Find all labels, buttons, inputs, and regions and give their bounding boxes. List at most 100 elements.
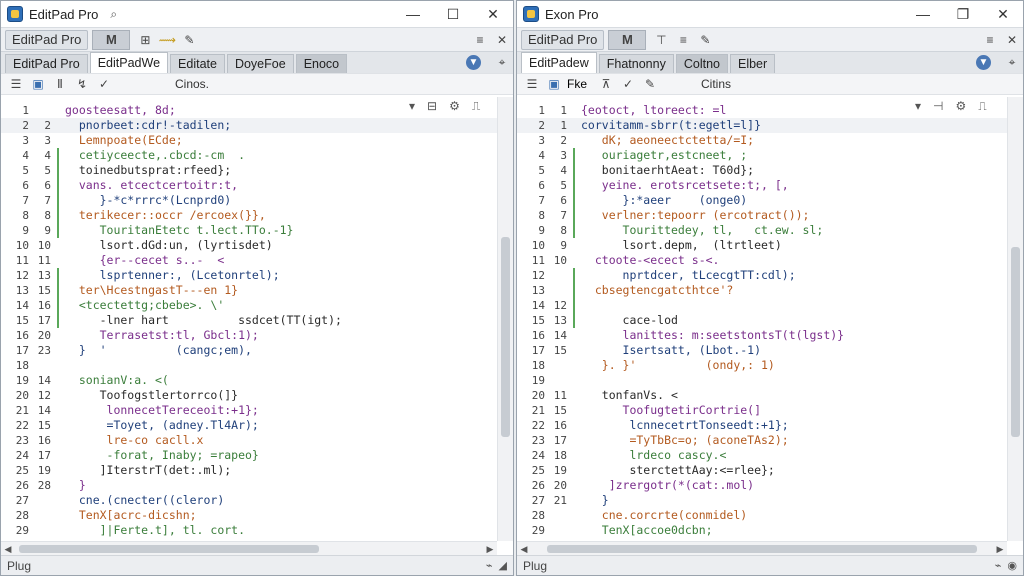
code-line[interactable]: 20 12 Toofogstlertorrco(]} bbox=[1, 388, 497, 403]
save-icon[interactable]: ▣ bbox=[543, 74, 565, 94]
tab-2[interactable]: EditPadWe bbox=[89, 52, 169, 73]
code-editor[interactable]: 1 goosteesatt, 8d; 2 2 pnorbeet:cdr!-tadile… bbox=[1, 97, 497, 541]
code-line[interactable]: 26 28 } bbox=[1, 478, 497, 493]
code-line[interactable]: 20 11 tonfanVs. < bbox=[517, 388, 1007, 403]
sort-icon[interactable]: ⟿ bbox=[156, 30, 178, 50]
tab-pin-icon[interactable]: ⌖ bbox=[1001, 52, 1023, 72]
page-icon[interactable]: ⎍ bbox=[978, 99, 986, 114]
close-button[interactable]: ✕ bbox=[473, 1, 513, 27]
code-line[interactable]: 25 19 sterctettAay:<=rlee}; bbox=[517, 463, 1007, 478]
code-line[interactable]: 24 18 lrdeco cascy.< bbox=[517, 448, 1007, 463]
menu-icon[interactable]: ≡ bbox=[979, 30, 1001, 50]
horizontal-scrollbar[interactable]: ◀ ▶ bbox=[517, 541, 1007, 555]
code-line[interactable]: 19 14 sonianV:a. <( bbox=[1, 373, 497, 388]
code-line[interactable]: 21 14 lonnecetTereceoit:+1}; bbox=[1, 403, 497, 418]
arrow-icon[interactable]: ↯ bbox=[71, 74, 93, 94]
code-line[interactable]: 13 15 ter\HcestngastT---en 1} bbox=[1, 283, 497, 298]
code-line[interactable]: 3 3 Lemnpoate(ECde; bbox=[1, 133, 497, 148]
hscroll-thumb[interactable] bbox=[19, 545, 319, 553]
tab-1[interactable]: EditPadew bbox=[521, 52, 597, 73]
code-line[interactable]: 27 cne.(cnecter((cleror) bbox=[1, 493, 497, 508]
code-line[interactable]: 9 9 TouritanEtetc t.lect.TTo.-1} bbox=[1, 223, 497, 238]
pin-icon[interactable]: ✕ bbox=[1001, 30, 1023, 50]
check-icon[interactable]: ✓ bbox=[617, 74, 639, 94]
code-line[interactable]: 16 20 Terrasetst:tl, Gbcl:1); bbox=[1, 328, 497, 343]
code-line[interactable]: 2 2 pnorbeet:cdr!-tadilen; bbox=[1, 118, 497, 133]
code-line[interactable]: 16 14 lanittes: m:seetstontsT(t(lgst)} bbox=[517, 328, 1007, 343]
code-line[interactable]: 15 17 -lner hart ssdcet(TT(igt); bbox=[1, 313, 497, 328]
code-line[interactable]: 28 TenX[acrc-dicshn; bbox=[1, 508, 497, 523]
check-icon[interactable]: ✓ bbox=[93, 74, 115, 94]
code-line[interactable]: 8 8 terikecer::occr /ercoex(}}, bbox=[1, 208, 497, 223]
resize-icon[interactable]: ◢ bbox=[499, 559, 507, 572]
tab-3[interactable]: Coltno bbox=[675, 54, 728, 73]
scroll-right-arrow[interactable]: ▶ bbox=[483, 542, 497, 556]
code-line[interactable]: 26 20 ]zrergotr(*(cat:.mol) bbox=[517, 478, 1007, 493]
code-line[interactable]: 12 nprtdcer, tLcecgtTT:cdl); bbox=[517, 268, 1007, 283]
code-line[interactable]: 18 }. }' (ondy,: 1) bbox=[517, 358, 1007, 373]
code-line[interactable]: 21 15 ToofugtetirCortrie(] bbox=[517, 403, 1007, 418]
code-line[interactable]: 15 13 cace-lod bbox=[517, 313, 1007, 328]
encoding-icon[interactable]: ⌁ bbox=[995, 559, 1002, 572]
code-line[interactable]: 28 cne.corcrte(conmidel) bbox=[517, 508, 1007, 523]
code-line[interactable]: 4 4 cetiyceecte,.cbcd:-cm . bbox=[1, 148, 497, 163]
app-menu-button[interactable]: EditPad Pro bbox=[521, 29, 605, 50]
search-icon[interactable]: ⌕ bbox=[110, 7, 117, 22]
code-editor[interactable]: 1 1 {eotoct, ltoreect: =l 2 1 corvitamm-sbrr(… bbox=[517, 97, 1007, 541]
close-button[interactable]: ✕ bbox=[983, 1, 1023, 27]
code-line[interactable]: 29 ]|Ferte.t], tl. cort. bbox=[1, 523, 497, 538]
code-line[interactable]: 25 19 ]IterstrT(det:.ml); bbox=[1, 463, 497, 478]
bookmark-button[interactable]: M bbox=[92, 29, 131, 50]
tab-pin-icon[interactable]: ⌖ bbox=[491, 52, 513, 72]
code-line[interactable]: 19 bbox=[517, 373, 1007, 388]
minimize-button[interactable]: — bbox=[903, 1, 943, 27]
scroll-thumb[interactable] bbox=[1011, 247, 1020, 437]
help-icon[interactable]: ▼ bbox=[466, 54, 481, 70]
code-line[interactable]: 4 3 ouriagetr,estcneet, ; bbox=[517, 148, 1007, 163]
code-line[interactable]: 12 13 lsprtenner:, (Lcetonrtel); bbox=[1, 268, 497, 283]
code-line[interactable]: 11 10 ctoote-<ecect s-<. bbox=[517, 253, 1007, 268]
tools-icon[interactable]: ✎ bbox=[178, 30, 200, 50]
code-line[interactable]: 7 6 }:*aeer (onge0) bbox=[517, 193, 1007, 208]
menu-lines-icon[interactable]: ≡ bbox=[672, 30, 694, 50]
code-line[interactable]: 22 16 lcnnecetrtTonseedt:+1}; bbox=[517, 418, 1007, 433]
filter-icon[interactable]: ⊞ bbox=[134, 30, 156, 50]
code-line[interactable]: 23 16 lre-co cacll.x bbox=[1, 433, 497, 448]
bookmark-button[interactable]: M bbox=[608, 29, 647, 50]
chevron-down-icon[interactable]: ▾ bbox=[915, 99, 921, 114]
info-icon[interactable]: ◉ bbox=[1007, 559, 1017, 572]
pin-icon[interactable]: ✕ bbox=[491, 30, 513, 50]
code-line[interactable]: 9 8 Tourittedey, tl, ct.ew. sl; bbox=[517, 223, 1007, 238]
save-icon[interactable]: ▣ bbox=[27, 74, 49, 94]
tab-2[interactable]: Fhatnonny bbox=[598, 54, 674, 73]
code-line[interactable]: 23 17 =TyTbBc=o; (aconeTAs2); bbox=[517, 433, 1007, 448]
code-line[interactable]: 10 9 lsort.depm, (ltrtleet) bbox=[517, 238, 1007, 253]
code-line[interactable]: 8 7 verlner:tepoorr (ercotract()); bbox=[517, 208, 1007, 223]
scroll-thumb[interactable] bbox=[501, 237, 510, 437]
maximize-button[interactable]: ❐ bbox=[943, 1, 983, 27]
tab-5[interactable]: Enoco bbox=[295, 54, 348, 73]
page-icon[interactable]: ⎍ bbox=[472, 99, 480, 114]
code-line[interactable]: 17 15 Isertsatt, (Lbot.-1) bbox=[517, 343, 1007, 358]
code-line[interactable]: 11 11 {er--cecet s..- < bbox=[1, 253, 497, 268]
tab-1[interactable]: EditPad Pro bbox=[5, 54, 88, 73]
split-icon[interactable]: ⊣ bbox=[933, 99, 943, 114]
list-icon[interactable]: ☰ bbox=[521, 74, 543, 94]
vertical-scrollbar[interactable] bbox=[497, 97, 513, 541]
minimize-button[interactable]: — bbox=[393, 1, 433, 27]
code-line[interactable]: 27 21 } bbox=[517, 493, 1007, 508]
format-icon[interactable]: ⊤ bbox=[650, 30, 672, 50]
code-line[interactable]: 14 12 bbox=[517, 298, 1007, 313]
scroll-left-arrow[interactable]: ◀ bbox=[1, 542, 15, 556]
code-line[interactable]: 5 4 bonitaerhtAeat: T60d}; bbox=[517, 163, 1007, 178]
format-icon[interactable]: Ⅱ bbox=[49, 74, 71, 94]
scroll-right-arrow[interactable]: ▶ bbox=[993, 542, 1007, 556]
code-line[interactable]: 6 5 yeine. erotsrcetsete:t;, [, bbox=[517, 178, 1007, 193]
toolbar-label[interactable]: Fke bbox=[567, 77, 587, 91]
split-icon[interactable]: ⊟ bbox=[427, 99, 437, 114]
menu-icon[interactable]: ≡ bbox=[469, 30, 491, 50]
code-line[interactable]: 18 bbox=[1, 358, 497, 373]
code-line[interactable]: 14 16 <tcectettg;cbebe>. \' bbox=[1, 298, 497, 313]
code-line[interactable]: 29 TenX[accoe0dcbn; bbox=[517, 523, 1007, 538]
code-line[interactable]: 10 10 lsort.dGd:un, (lyrtisdet) bbox=[1, 238, 497, 253]
